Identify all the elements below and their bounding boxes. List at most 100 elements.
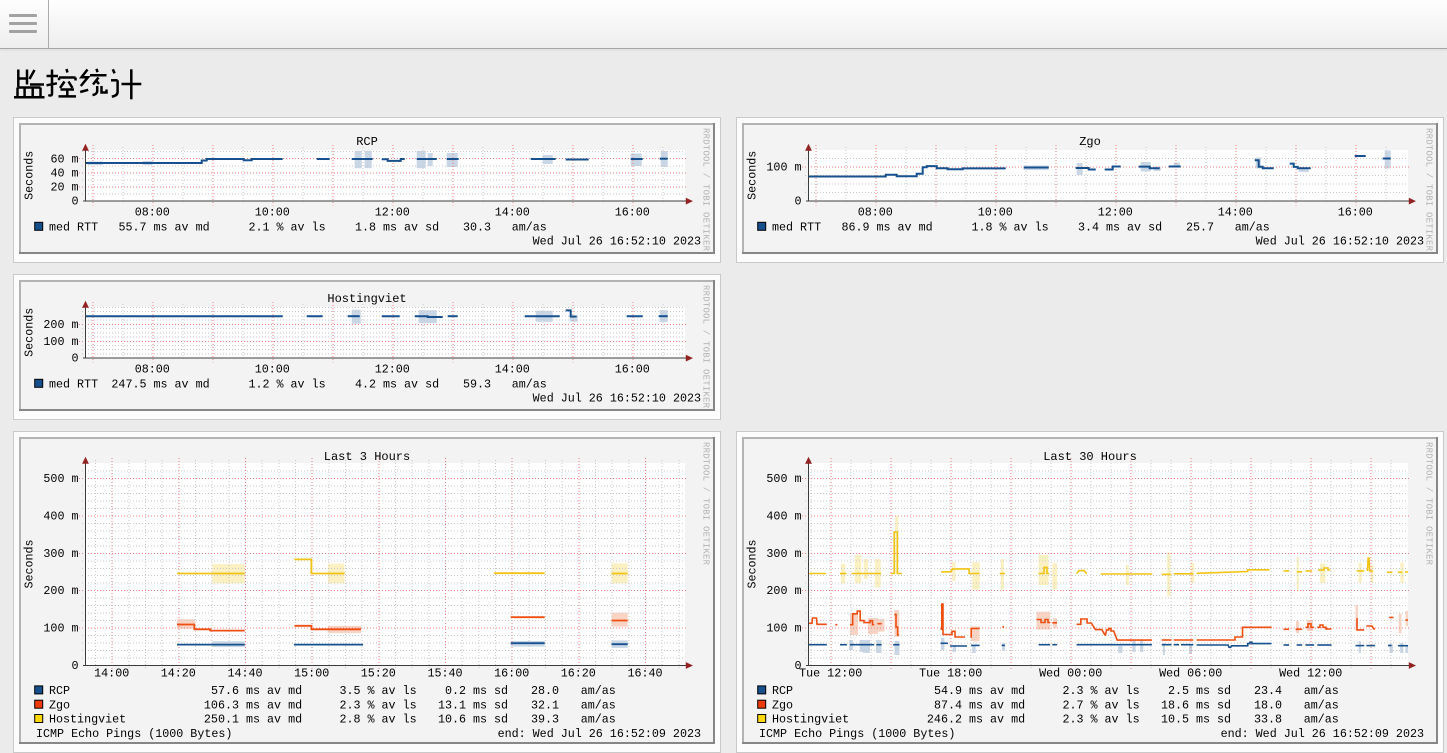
- svg-text:Seconds: Seconds: [23, 151, 37, 200]
- svg-text:100 m: 100 m: [43, 335, 78, 349]
- svg-text:Seconds: Seconds: [746, 151, 760, 200]
- svg-text:ms av md: ms av md: [246, 713, 302, 727]
- svg-text:247.5: 247.5: [111, 377, 146, 391]
- svg-text:10:00: 10:00: [255, 206, 290, 220]
- svg-text:Wed 12:00: Wed 12:00: [1279, 667, 1342, 681]
- svg-text:Tue 12:00: Tue 12:00: [799, 667, 862, 681]
- svg-text:RRDTOOL / TOBI OETIKER: RRDTOOL / TOBI OETIKER: [1424, 442, 1434, 566]
- svg-text:15:20: 15:20: [361, 667, 396, 681]
- svg-text:ms av md: ms av md: [246, 684, 302, 698]
- svg-text:100 m: 100 m: [766, 622, 801, 636]
- svg-text:08:00: 08:00: [135, 363, 170, 377]
- svg-text:RRDTOOL / TOBI OETIKER: RRDTOOL / TOBI OETIKER: [701, 128, 711, 252]
- svg-text:39.3: 39.3: [531, 713, 559, 727]
- svg-text:am/as: am/as: [581, 698, 616, 712]
- svg-text:Tue 18:00: Tue 18:00: [919, 667, 982, 681]
- svg-text:RRDTOOL / TOBI OETIKER: RRDTOOL / TOBI OETIKER: [1424, 128, 1434, 252]
- svg-text:0: 0: [71, 195, 78, 209]
- svg-text:Seconds: Seconds: [746, 539, 760, 588]
- svg-text:12:00: 12:00: [375, 206, 410, 220]
- svg-text:500 m: 500 m: [43, 472, 78, 486]
- svg-text:ms sd: ms sd: [1196, 698, 1231, 712]
- svg-text:2.1: 2.1: [248, 220, 269, 234]
- svg-text:2.3: 2.3: [1062, 684, 1083, 698]
- svg-text:am/as: am/as: [1304, 713, 1339, 727]
- svg-text:0: 0: [71, 352, 78, 366]
- svg-text:12:00: 12:00: [375, 363, 410, 377]
- svg-text:2.7: 2.7: [1062, 698, 1083, 712]
- svg-text:Wed Jul 26 16:52:10 2023: Wed Jul 26 16:52:10 2023: [533, 235, 701, 249]
- svg-text:14:40: 14:40: [227, 667, 262, 681]
- svg-text:16:40: 16:40: [627, 667, 662, 681]
- svg-text:RCP: RCP: [356, 135, 378, 149]
- svg-text:2.3: 2.3: [1062, 713, 1083, 727]
- svg-text:14:00: 14:00: [495, 363, 530, 377]
- svg-text:ms av md: ms av md: [154, 377, 210, 391]
- svg-text:10.5: 10.5: [1161, 713, 1189, 727]
- svg-text:ms sd: ms sd: [473, 713, 508, 727]
- svg-text:end: Wed Jul 26 16:52:09 2023: end: Wed Jul 26 16:52:09 2023: [498, 727, 701, 741]
- svg-text:am/as: am/as: [512, 220, 547, 234]
- svg-text:200 m: 200 m: [43, 318, 78, 332]
- svg-text:0: 0: [71, 659, 78, 673]
- svg-text:40 m: 40 m: [50, 166, 78, 180]
- svg-text:Last 30 Hours: Last 30 Hours: [1043, 450, 1137, 464]
- svg-text:% av ls: % av ls: [1000, 220, 1049, 234]
- svg-text:Hostingviet: Hostingviet: [327, 292, 406, 306]
- svg-text:% av ls: % av ls: [277, 377, 326, 391]
- svg-text:am/as: am/as: [512, 377, 547, 391]
- svg-text:3.5: 3.5: [339, 684, 360, 698]
- svg-text:% av ls: % av ls: [368, 713, 417, 727]
- svg-text:100 m: 100 m: [766, 161, 801, 175]
- svg-text:30.3: 30.3: [463, 220, 491, 234]
- svg-text:2.8: 2.8: [339, 713, 360, 727]
- svg-text:54.9: 54.9: [934, 684, 962, 698]
- svg-text:14:00: 14:00: [1218, 206, 1253, 220]
- svg-text:ICMP Echo Pings (1000 Bytes): ICMP Echo Pings (1000 Bytes): [759, 727, 955, 741]
- svg-text:23.4: 23.4: [1254, 684, 1282, 698]
- svg-text:10:00: 10:00: [978, 206, 1013, 220]
- svg-text:am/as: am/as: [1304, 684, 1339, 698]
- svg-text:ms av md: ms av md: [969, 698, 1025, 712]
- svg-text:300 m: 300 m: [766, 547, 801, 561]
- svg-text:ms av sd: ms av sd: [1106, 220, 1162, 234]
- svg-text:1.8: 1.8: [971, 220, 992, 234]
- svg-text:16:00: 16:00: [615, 206, 650, 220]
- svg-text:200 m: 200 m: [766, 584, 801, 598]
- svg-text:500 m: 500 m: [766, 472, 801, 486]
- svg-text:250.1: 250.1: [204, 713, 239, 727]
- svg-text:ms sd: ms sd: [473, 684, 508, 698]
- svg-text:25.7: 25.7: [1186, 220, 1214, 234]
- svg-text:Hostingviet: Hostingviet: [49, 713, 126, 727]
- svg-text:1.8: 1.8: [355, 220, 376, 234]
- svg-text:57.6: 57.6: [211, 684, 239, 698]
- svg-text:18.0: 18.0: [1254, 698, 1282, 712]
- svg-text:ms av sd: ms av sd: [383, 220, 439, 234]
- svg-text:ms sd: ms sd: [473, 698, 508, 712]
- svg-text:RRDTOOL / TOBI OETIKER: RRDTOOL / TOBI OETIKER: [701, 442, 711, 566]
- svg-text:12:00: 12:00: [1098, 206, 1133, 220]
- svg-text:14:00: 14:00: [495, 206, 530, 220]
- svg-text:Wed Jul 26 16:52:10 2023: Wed Jul 26 16:52:10 2023: [1256, 235, 1424, 249]
- svg-text:16:00: 16:00: [615, 363, 650, 377]
- svg-text:am/as: am/as: [581, 684, 616, 698]
- svg-text:28.0: 28.0: [531, 684, 559, 698]
- svg-text:18.6: 18.6: [1161, 698, 1189, 712]
- svg-text:Seconds: Seconds: [23, 539, 37, 588]
- svg-text:ms av md: ms av md: [969, 713, 1025, 727]
- svg-text:0: 0: [794, 195, 801, 209]
- svg-text:400 m: 400 m: [43, 509, 78, 523]
- svg-text:ICMP Echo Pings (1000 Bytes): ICMP Echo Pings (1000 Bytes): [36, 727, 232, 741]
- svg-text:% av ls: % av ls: [1091, 713, 1140, 727]
- svg-text:14:20: 14:20: [161, 667, 196, 681]
- svg-text:RCP: RCP: [772, 684, 793, 698]
- svg-text:106.3: 106.3: [204, 698, 239, 712]
- svg-text:Wed Jul 26 16:52:10 2023: Wed Jul 26 16:52:10 2023: [533, 392, 701, 406]
- svg-text:20 m: 20 m: [50, 181, 78, 195]
- svg-text:am/as: am/as: [581, 713, 616, 727]
- svg-text:Zgo: Zgo: [772, 698, 793, 712]
- svg-text:200 m: 200 m: [43, 584, 78, 598]
- svg-text:am/as: am/as: [1304, 698, 1339, 712]
- svg-text:2.5: 2.5: [1168, 684, 1189, 698]
- svg-text:Zgo: Zgo: [1079, 135, 1101, 149]
